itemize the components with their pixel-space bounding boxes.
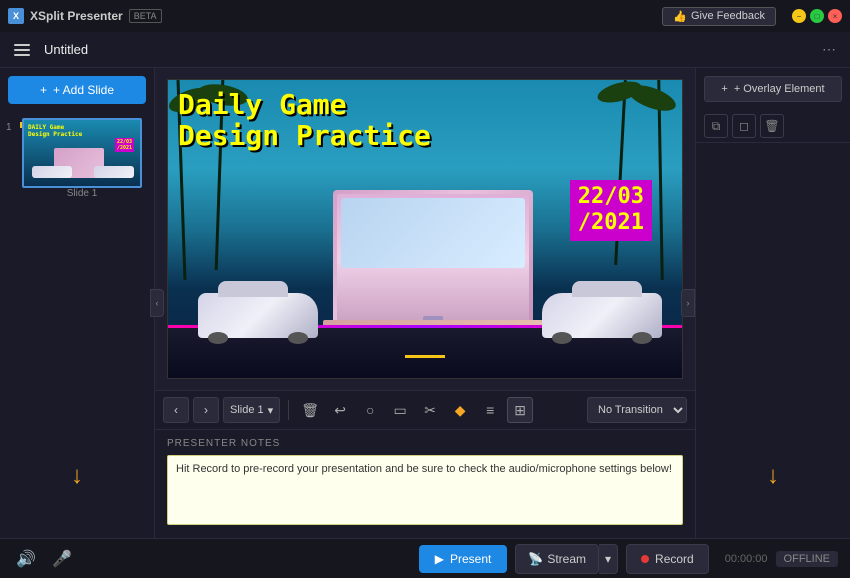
slide-thumbnail-area: 1 DAILY GameDesign Practice 22/03/2021 S… [0, 112, 154, 205]
plus-icon: + [40, 83, 47, 97]
slide-computer [333, 190, 533, 330]
delete-overlay-button[interactable]: 🗑 [760, 114, 784, 138]
prev-slide-button[interactable]: ‹ [163, 397, 189, 423]
slide-title: Daily GameDesign Practice [178, 90, 431, 152]
slide-item[interactable]: 1 DAILY GameDesign Practice 22/03/2021 S… [6, 118, 148, 199]
speaker-button[interactable]: 🔊 [12, 545, 40, 573]
arrow-down-right: ↓ [767, 464, 779, 488]
stream-dropdown-button[interactable]: ▾ [599, 544, 618, 574]
slide-label: Slide 1 [22, 188, 142, 199]
speaker-icon: 🔊 [16, 549, 36, 569]
title-options-button[interactable]: ⋯ [816, 39, 842, 60]
toolbar-separator [288, 400, 289, 420]
delete-button[interactable]: 🗑 [297, 397, 323, 423]
window-controls: − □ × [792, 9, 842, 23]
grid-tool-button[interactable]: ⊞ [507, 397, 533, 423]
road-line [405, 355, 445, 358]
give-feedback-button[interactable]: 👍 Give Feedback [662, 7, 776, 26]
list-tool-button[interactable]: ≡ [477, 397, 503, 423]
slide-car-left [198, 293, 318, 338]
stream-button-group: 📡 Stream ▾ [515, 544, 618, 574]
minimize-button[interactable]: − [792, 9, 806, 23]
hamburger-menu-button[interactable] [8, 36, 36, 64]
notes-section: PRESENTER NOTES Hit Record to pre-record… [155, 430, 695, 538]
main-content: + + Add Slide 1 DAILY GameDesign Practic… [0, 68, 850, 538]
status-bar: 🔊 🎤 ▶ Present 📡 Stream ▾ Record 00:00:00… [0, 538, 850, 578]
notes-textarea[interactable]: Hit Record to pre-record your presentati… [167, 455, 683, 525]
slide-date: 22/03/2021 [570, 180, 652, 241]
maximize-button[interactable]: □ [810, 9, 824, 23]
feedback-icon: 👍 [673, 10, 687, 23]
rectangle-tool-button[interactable]: ▭ [387, 397, 413, 423]
next-slide-button[interactable]: › [193, 397, 219, 423]
notes-label: PRESENTER NOTES [167, 438, 683, 449]
slide-canvas[interactable]: Daily GameDesign Practice 22/03/2021 [167, 79, 683, 379]
right-panel-collapse-button[interactable]: › [681, 289, 695, 317]
stream-button[interactable]: 📡 Stream [515, 544, 599, 574]
title-bar: X XSplit Presenter BETA 👍 Give Feedback … [0, 0, 850, 32]
title-bar-left: X XSplit Presenter BETA [8, 8, 162, 24]
right-panel: + + Overlay Element ⧉ ◻ 🗑 ↓ › [695, 68, 850, 538]
beta-badge: BETA [129, 9, 162, 23]
arrow-down-left: ↓ [71, 464, 83, 488]
record-dot-icon [641, 555, 649, 563]
arrow-indicators: ↓ [0, 205, 154, 538]
wifi-icon: 📡 [528, 552, 543, 566]
present-icon: ▶ [435, 552, 444, 566]
toolbar: ‹ › Slide 1 ▾ 🗑 ↩ ○ ▭ ✂ ◆ ≡ ⊞ No Transit… [155, 390, 695, 430]
transition-select[interactable]: No Transition [587, 397, 687, 423]
slide-number: 1 [6, 122, 18, 133]
plus-icon: + [721, 83, 727, 95]
presentation-title: Untitled [44, 42, 812, 57]
record-button[interactable]: Record [626, 544, 709, 574]
sidebar-collapse-button[interactable]: ‹ [150, 289, 164, 317]
microphone-button[interactable]: 🎤 [48, 545, 76, 573]
undo-icon-button[interactable]: ↩ [327, 397, 353, 423]
add-overlay-button[interactable]: + + Overlay Element [704, 76, 842, 102]
hamburger-line [14, 49, 30, 51]
add-slide-button[interactable]: + + Add Slide [8, 76, 146, 104]
overlay-actions: ⧉ ◻ 🗑 [696, 110, 850, 143]
slide-canvas-wrapper: Daily GameDesign Practice 22/03/2021 [155, 68, 695, 390]
canvas-area: Daily GameDesign Practice 22/03/2021 [155, 68, 695, 538]
crop-tool-button[interactable]: ✂ [417, 397, 443, 423]
close-button[interactable]: × [828, 9, 842, 23]
hamburger-line [14, 44, 30, 46]
slide-selector[interactable]: Slide 1 ▾ [223, 397, 280, 423]
present-button[interactable]: ▶ Present [419, 545, 508, 573]
ellipse-tool-button[interactable]: ○ [357, 397, 383, 423]
menu-bar: Untitled ⋯ [0, 32, 850, 68]
slide-thumbnail[interactable]: DAILY GameDesign Practice 22/03/2021 [22, 118, 142, 188]
chevron-down-icon: ▾ [268, 404, 274, 417]
duplicate-overlay-button[interactable]: ◻ [732, 114, 756, 138]
copy-overlay-button[interactable]: ⧉ [704, 114, 728, 138]
fill-tool-button[interactable]: ◆ [447, 397, 473, 423]
app-logo: X [8, 8, 24, 24]
microphone-icon: 🎤 [52, 549, 72, 569]
status-time: 00:00:00 [725, 553, 768, 565]
app-name: XSplit Presenter [30, 9, 123, 23]
slide-car-right [542, 293, 662, 338]
hamburger-line [14, 54, 30, 56]
right-arrow-area: ↓ [696, 143, 850, 538]
sidebar: + + Add Slide 1 DAILY GameDesign Practic… [0, 68, 155, 538]
offline-badge: OFFLINE [776, 551, 838, 567]
